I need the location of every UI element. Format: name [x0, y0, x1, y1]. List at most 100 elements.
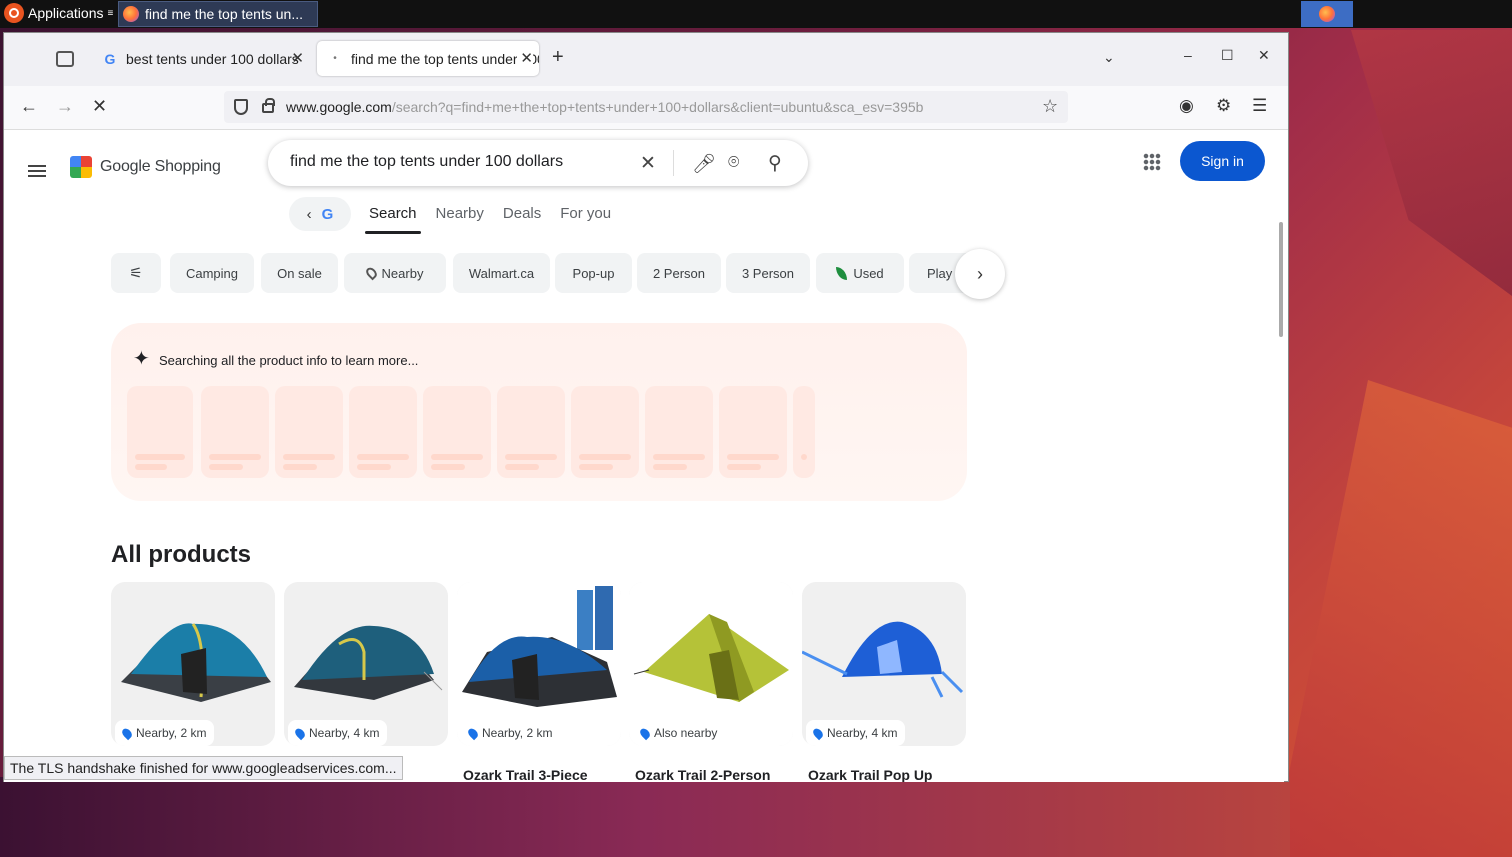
location-badge: Nearby, 4 km: [806, 720, 906, 746]
shield-icon[interactable]: [234, 99, 248, 115]
location-pin-icon: [363, 265, 379, 281]
placeholder-card: [497, 386, 565, 478]
applications-menu[interactable]: Applications ≡: [4, 3, 113, 23]
tab-best-tents[interactable]: G best tents under 100 dollars ✕: [92, 41, 310, 76]
location-badge: Nearby, 2 km: [461, 720, 561, 746]
logo-text: Google Shopping: [100, 158, 221, 175]
forward-arrow-icon[interactable]: →: [56, 96, 74, 117]
tune-icon: ⚟: [129, 265, 143, 282]
google-shopping-logo[interactable]: Google Shopping: [70, 156, 221, 178]
location-pin-icon: [638, 726, 652, 740]
placeholder-card: [275, 386, 343, 478]
status-bar: The TLS handshake finished for www.googl…: [4, 756, 403, 780]
location-pin-icon: [811, 726, 825, 740]
loading-dot-icon: •: [333, 53, 337, 64]
tab-find-tents[interactable]: • find me the top tents under 100 dollar…: [317, 41, 539, 76]
tab-title: best tents under 100 dollars: [126, 50, 299, 67]
chip-nearby[interactable]: Nearby: [344, 253, 446, 293]
ai-overview-loading: ✦ Searching all the product info to lear…: [111, 323, 967, 501]
product-title[interactable]: Ozark Trail 3-Piece: [463, 767, 588, 782]
chip-2-person[interactable]: 2 Person: [637, 253, 721, 293]
placeholder-card: [793, 386, 815, 478]
extensions-icon[interactable]: ⚙: [1216, 96, 1231, 116]
sparkle-icon: ✦: [133, 348, 150, 370]
maximize-icon[interactable]: ☐: [1221, 47, 1234, 64]
ubuntu-logo-icon: [4, 3, 24, 23]
search-mode-tabs: ‹ G Search Nearby Deals For you: [289, 197, 630, 234]
top-panel: Applications ≡ find me the top tents un.…: [0, 0, 1512, 28]
filter-chips: ⚟ Camping On sale Nearby Walmart.ca Pop-…: [111, 253, 1006, 295]
product-card[interactable]: Nearby, 4 km: [284, 582, 448, 746]
new-tab-icon[interactable]: +: [552, 46, 564, 69]
chip-on-sale[interactable]: On sale: [261, 253, 338, 293]
filters-button[interactable]: ⚟: [111, 253, 161, 293]
location-text: Nearby, 2 km: [482, 726, 553, 740]
bookmark-star-icon[interactable]: ☆: [1042, 96, 1058, 117]
tray-firefox-button[interactable]: [1301, 1, 1353, 27]
account-icon[interactable]: ◉: [1179, 96, 1194, 116]
minimize-icon[interactable]: –: [1184, 47, 1192, 63]
wallpaper-shape: [1272, 380, 1512, 857]
address-bar[interactable]: www.google.com/search?q=find+me+the+top+…: [224, 91, 1068, 123]
google-g-icon: G: [104, 50, 116, 67]
google-g-icon: G: [321, 205, 334, 223]
placeholder-card: [201, 386, 269, 478]
chevron-left-icon: ‹: [306, 205, 312, 223]
tab-close-icon[interactable]: ✕: [288, 49, 304, 67]
hamburger-menu-icon[interactable]: ☰: [1252, 96, 1267, 116]
chevron-right-icon[interactable]: ›: [955, 249, 1005, 299]
page-content: Google Shopping find me the top tents un…: [4, 130, 1284, 782]
tab-overview-icon[interactable]: [56, 51, 74, 67]
firefox-icon: [123, 6, 139, 22]
chip-used[interactable]: Used: [816, 253, 904, 293]
url-domain: www.google.com: [286, 99, 392, 115]
google-apps-icon[interactable]: [1143, 153, 1161, 171]
product-card[interactable]: Nearby, 4 km: [802, 582, 966, 746]
chip-label: Used: [853, 265, 884, 281]
main-menu-icon[interactable]: [28, 165, 46, 177]
chip-walmart[interactable]: Walmart.ca: [453, 253, 550, 293]
back-arrow-icon[interactable]: ←: [20, 96, 38, 117]
tab-search[interactable]: Search: [365, 197, 421, 234]
all-products-heading: All products: [111, 541, 252, 568]
search-input[interactable]: find me the top tents under 100 dollars: [290, 153, 563, 171]
placeholder-card: [423, 386, 491, 478]
chip-3-person[interactable]: 3 Person: [726, 253, 810, 293]
chip-camping[interactable]: Camping: [170, 253, 254, 293]
camera-lens-icon[interactable]: ⌾: [728, 152, 739, 174]
search-divider: [673, 150, 674, 176]
tab-nearby[interactable]: Nearby: [436, 197, 484, 231]
tab-deals[interactable]: Deals: [503, 197, 541, 231]
placeholder-card: [645, 386, 713, 478]
tab-title: find me the top tents under 100 dollars: [351, 50, 539, 67]
search-box[interactable]: find me the top tents under 100 dollars …: [268, 140, 808, 186]
chevron-down-icon[interactable]: ⌄: [1103, 49, 1115, 66]
sign-in-button[interactable]: Sign in: [1180, 141, 1265, 181]
close-icon[interactable]: ✕: [640, 152, 656, 175]
search-icon[interactable]: ⚲: [768, 152, 782, 175]
taskbar-firefox-window[interactable]: find me the top tents un...: [118, 1, 318, 27]
scrollbar[interactable]: [1279, 222, 1283, 337]
ai-status-text: Searching all the product info to learn …: [159, 353, 419, 368]
url-text[interactable]: www.google.com/search?q=find+me+the+top+…: [286, 99, 1038, 115]
product-title[interactable]: Ozark Trail Pop Up: [808, 767, 932, 782]
product-title[interactable]: Ozark Trail 2-Person: [635, 767, 770, 782]
product-card[interactable]: Also nearby: [629, 582, 793, 746]
shopping-bag-icon: [70, 156, 92, 178]
location-text: Nearby, 4 km: [827, 726, 898, 740]
browser-window: G best tents under 100 dollars ✕ • find …: [3, 32, 1289, 782]
location-pin-icon: [293, 726, 307, 740]
tab-close-icon[interactable]: ✕: [517, 49, 533, 67]
tab-for-you[interactable]: For you: [560, 197, 611, 231]
location-text: Also nearby: [654, 726, 718, 740]
microphone-icon[interactable]: 🎤︎: [692, 152, 716, 176]
stop-loading-icon[interactable]: ✕: [92, 96, 107, 117]
chip-pop-up[interactable]: Pop-up: [555, 253, 632, 293]
product-card[interactable]: Nearby, 2 km: [111, 582, 275, 746]
back-to-google-button[interactable]: ‹ G: [289, 197, 351, 231]
product-card[interactable]: Nearby, 2 km: [457, 582, 621, 746]
applications-label: Applications: [28, 5, 104, 21]
lock-icon[interactable]: [262, 98, 275, 113]
location-pin-icon: [120, 726, 134, 740]
close-window-icon[interactable]: ✕: [1258, 47, 1270, 64]
